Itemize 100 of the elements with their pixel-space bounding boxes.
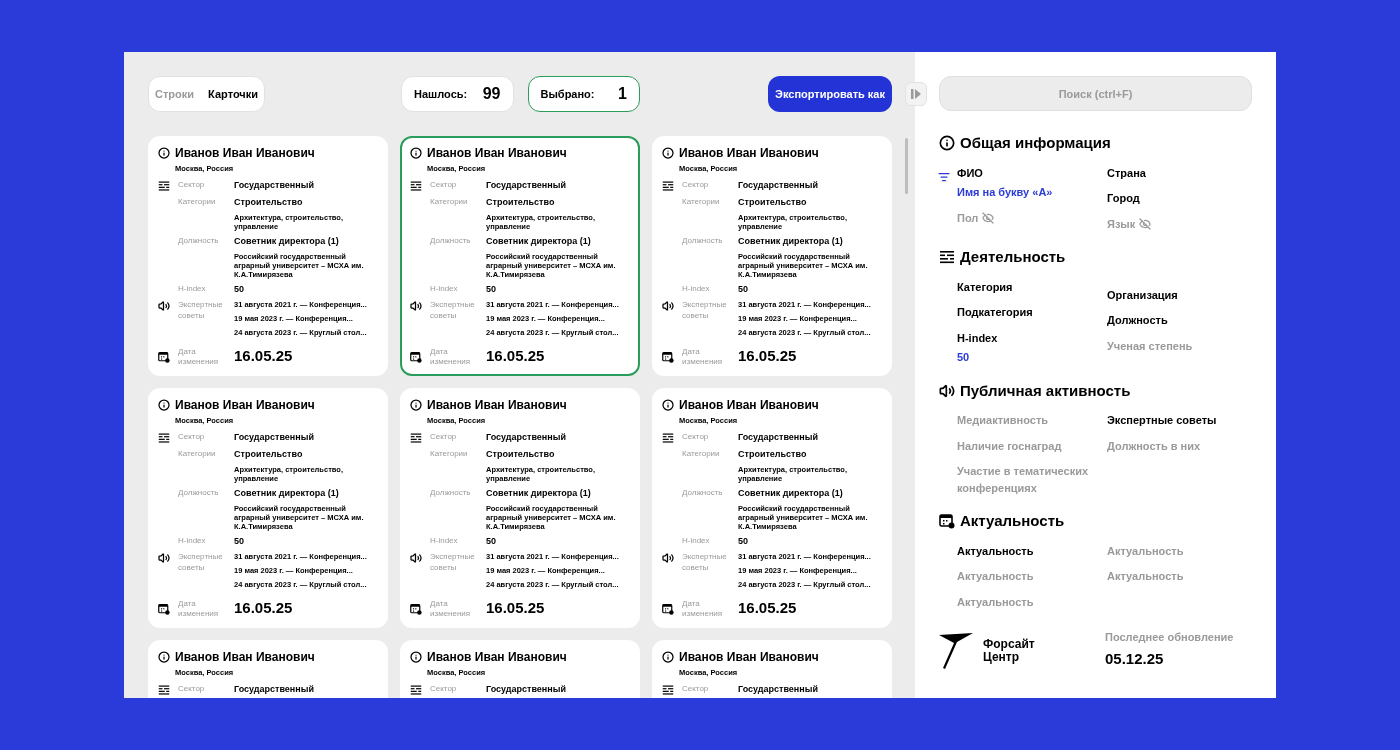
section-title: Деятельность xyxy=(960,247,1066,267)
info-icon xyxy=(158,147,170,159)
field-label: Сектор xyxy=(178,683,206,695)
calendar-icon xyxy=(662,350,674,363)
speaker-icon xyxy=(662,552,674,565)
field-option[interactable]: Организация xyxy=(1107,286,1178,303)
field-label: Категории xyxy=(430,196,469,208)
person-name: Иванов Иван Иванович xyxy=(175,649,315,666)
field-label: Должность xyxy=(178,487,220,499)
collapse-panel-button[interactable] xyxy=(905,82,927,106)
field-label: Экспертные советы xyxy=(430,551,476,574)
update-date: 05.12.25 xyxy=(1105,648,1165,669)
field-value: Советник директора (1) xyxy=(234,487,340,500)
field-value: Советник директора (1) xyxy=(738,235,844,248)
info-icon xyxy=(662,651,674,663)
person-name: Иванов Иван Иванович xyxy=(175,145,315,162)
info-icon xyxy=(939,135,955,152)
field-value: Государственный xyxy=(738,431,819,444)
field-label: Сектор xyxy=(682,683,710,695)
field-value: 50 xyxy=(234,535,245,548)
calendar-icon xyxy=(158,602,170,615)
field-label: Должность xyxy=(682,487,724,499)
filter-icon[interactable] xyxy=(938,170,950,183)
field-label: Должность xyxy=(178,235,220,247)
field-value: Строительство xyxy=(234,448,304,461)
field-label: Должность xyxy=(682,235,724,247)
counter-label: Нашлось: xyxy=(414,86,468,102)
info-icon xyxy=(410,651,422,663)
person-card[interactable] xyxy=(400,136,640,376)
field-label: Дата изменения xyxy=(430,346,472,367)
field-value: 50 xyxy=(486,535,497,548)
field-option[interactable]: Экспертные советы xyxy=(1107,412,1217,429)
field-value: Строительство xyxy=(738,196,808,209)
lines-icon xyxy=(939,249,955,266)
eye-off-icon[interactable] xyxy=(982,211,995,224)
speaker-icon xyxy=(410,300,422,313)
logo-icon xyxy=(939,633,975,669)
field-value: Строительство xyxy=(738,448,808,461)
field-label: Экспертные советы xyxy=(178,551,224,574)
field-option[interactable]: Категория xyxy=(957,278,1013,295)
field-label: Экспертные советы xyxy=(430,299,476,322)
info-icon xyxy=(158,399,170,411)
field-value: Строительство xyxy=(234,196,304,209)
field-label: Сектор xyxy=(178,431,206,443)
field-label: H-index xyxy=(430,535,459,547)
field-label: Сектор xyxy=(178,179,206,191)
speaker-icon xyxy=(410,552,422,565)
field-label: Категории xyxy=(178,448,217,460)
speaker-icon xyxy=(158,552,170,565)
search-field[interactable]: Поиск (ctrl+F) xyxy=(939,76,1252,111)
view-tab[interactable]: Карточки xyxy=(208,85,258,103)
field-option[interactable]: H-index xyxy=(957,329,998,346)
person-name: Иванов Иван Иванович xyxy=(175,397,315,414)
calendar-icon xyxy=(939,513,955,530)
field-value: Государственный xyxy=(486,431,567,444)
field-label: Сектор xyxy=(430,179,458,191)
field-value: Государственный xyxy=(486,683,567,696)
eye-off-icon[interactable] xyxy=(1139,217,1152,230)
field-option[interactable]: ФИО xyxy=(957,164,983,181)
field-value: Государственный xyxy=(234,179,315,192)
field-option[interactable]: Должность xyxy=(1107,312,1168,329)
field-label: Должность xyxy=(430,235,472,247)
lines-icon xyxy=(158,684,170,697)
change-date: 16.05.25 xyxy=(234,598,294,619)
field-label: H-index xyxy=(178,283,207,295)
info-icon xyxy=(662,399,674,411)
field-label: Сектор xyxy=(430,683,458,695)
person-name: Иванов Иван Иванович xyxy=(427,145,567,162)
field-option[interactable]: Страна xyxy=(1107,164,1146,181)
field-label: Дата изменения xyxy=(178,346,220,367)
field-value: Государственный xyxy=(234,683,315,696)
field-value: Государственный xyxy=(738,683,819,696)
field-option[interactable]: Подкатегория xyxy=(957,304,1033,321)
info-icon xyxy=(410,399,422,411)
change-date: 16.05.25 xyxy=(234,346,294,367)
field-label: Сектор xyxy=(430,431,458,443)
speaker-icon xyxy=(662,300,674,313)
lines-icon xyxy=(662,684,674,697)
lines-icon xyxy=(158,432,170,445)
field-value: Государственный xyxy=(738,179,819,192)
field-option[interactable]: Актуальность xyxy=(957,542,1034,559)
field-option[interactable]: Город xyxy=(1107,190,1140,207)
field-label: H-index xyxy=(682,535,711,547)
calendar-icon xyxy=(410,350,422,363)
field-label: H-index xyxy=(178,535,207,547)
field-value: Строительство xyxy=(486,196,556,209)
export-button[interactable]: Экспортировать как xyxy=(768,76,892,112)
section-title: Публичная активность xyxy=(960,380,1131,401)
scrollbar-thumb[interactable] xyxy=(905,138,908,194)
field-label: Экспертные советы xyxy=(682,299,728,322)
update-label: Последнее обновление xyxy=(1105,630,1234,645)
field-label: Дата изменения xyxy=(430,598,472,619)
counter-value: 1 xyxy=(618,84,627,104)
section-title: Общая информация xyxy=(960,133,1111,153)
field-value: 50 xyxy=(738,535,749,548)
field-label: Сектор xyxy=(682,431,710,443)
field-label: Экспертные советы xyxy=(682,551,728,574)
person-name: Иванов Иван Иванович xyxy=(427,649,567,666)
field-label: Дата изменения xyxy=(178,598,220,619)
speaker-icon xyxy=(158,300,170,313)
